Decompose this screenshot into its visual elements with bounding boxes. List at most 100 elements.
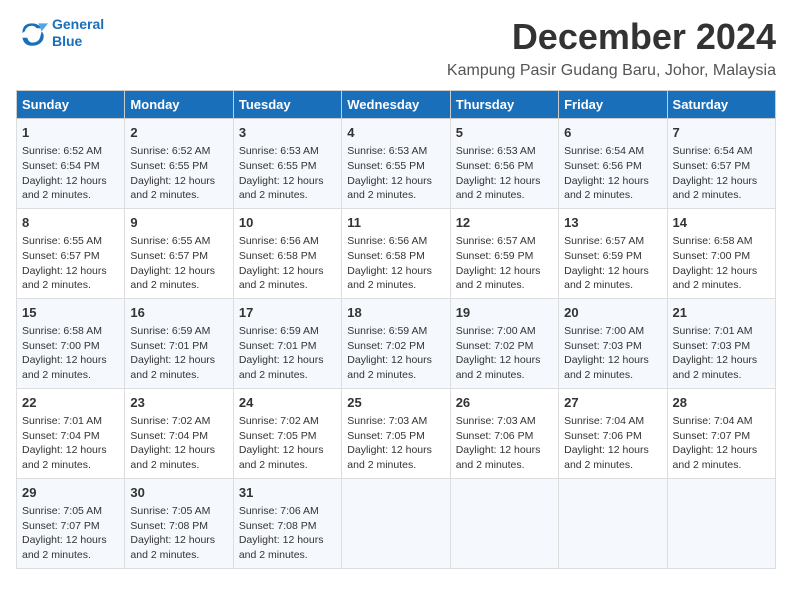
calendar-table: Sunday Monday Tuesday Wednesday Thursday… bbox=[16, 90, 776, 569]
daylight-label: Daylight: 12 hours bbox=[673, 354, 758, 366]
daylight-cont: and 2 minutes. bbox=[564, 189, 633, 201]
sunset-label: Sunset: 6:56 PM bbox=[564, 160, 642, 172]
calendar-cell: 31Sunrise: 7:06 AMSunset: 7:08 PMDayligh… bbox=[233, 478, 341, 568]
day-number: 20 bbox=[564, 304, 661, 322]
daylight-label: Daylight: 12 hours bbox=[130, 175, 215, 187]
daylight-cont: and 2 minutes. bbox=[564, 459, 633, 471]
location-title: Kampung Pasir Gudang Baru, Johor, Malays… bbox=[16, 62, 776, 80]
daylight-label: Daylight: 12 hours bbox=[239, 265, 324, 277]
sunset-label: Sunset: 7:01 PM bbox=[239, 340, 317, 352]
calendar-cell: 13Sunrise: 6:57 AMSunset: 6:59 PMDayligh… bbox=[559, 208, 667, 298]
calendar-cell: 18Sunrise: 6:59 AMSunset: 7:02 PMDayligh… bbox=[342, 298, 450, 388]
daylight-cont: and 2 minutes. bbox=[239, 459, 308, 471]
page-container: General Blue December 2024 Kampung Pasir… bbox=[16, 16, 776, 569]
calendar-cell: 1Sunrise: 6:52 AMSunset: 6:54 PMDaylight… bbox=[17, 119, 125, 209]
sunset-label: Sunset: 6:55 PM bbox=[239, 160, 317, 172]
sunrise-label: Sunrise: 7:02 AM bbox=[130, 415, 210, 427]
sunrise-label: Sunrise: 6:59 AM bbox=[347, 325, 427, 337]
day-number: 23 bbox=[130, 394, 227, 412]
daylight-cont: and 2 minutes. bbox=[130, 279, 199, 291]
daylight-label: Daylight: 12 hours bbox=[22, 534, 107, 546]
sunset-label: Sunset: 7:05 PM bbox=[239, 430, 317, 442]
day-number: 15 bbox=[22, 304, 119, 322]
calendar-week-4: 22Sunrise: 7:01 AMSunset: 7:04 PMDayligh… bbox=[17, 388, 776, 478]
day-number: 13 bbox=[564, 214, 661, 232]
col-friday: Friday bbox=[559, 91, 667, 119]
sunrise-label: Sunrise: 6:56 AM bbox=[239, 235, 319, 247]
col-thursday: Thursday bbox=[450, 91, 558, 119]
sunset-label: Sunset: 7:08 PM bbox=[239, 520, 317, 532]
daylight-cont: and 2 minutes. bbox=[673, 459, 742, 471]
calendar-cell: 23Sunrise: 7:02 AMSunset: 7:04 PMDayligh… bbox=[125, 388, 233, 478]
sunrise-label: Sunrise: 6:58 AM bbox=[673, 235, 753, 247]
daylight-label: Daylight: 12 hours bbox=[130, 354, 215, 366]
day-number: 27 bbox=[564, 394, 661, 412]
daylight-cont: and 2 minutes. bbox=[130, 369, 199, 381]
col-wednesday: Wednesday bbox=[342, 91, 450, 119]
calendar-cell: 20Sunrise: 7:00 AMSunset: 7:03 PMDayligh… bbox=[559, 298, 667, 388]
sunset-label: Sunset: 7:04 PM bbox=[22, 430, 100, 442]
sunrise-label: Sunrise: 6:54 AM bbox=[564, 145, 644, 157]
sunset-label: Sunset: 6:57 PM bbox=[22, 250, 100, 262]
sunrise-label: Sunrise: 6:59 AM bbox=[130, 325, 210, 337]
sunrise-label: Sunrise: 6:59 AM bbox=[239, 325, 319, 337]
sunrise-label: Sunrise: 7:02 AM bbox=[239, 415, 319, 427]
col-tuesday: Tuesday bbox=[233, 91, 341, 119]
calendar-cell: 11Sunrise: 6:56 AMSunset: 6:58 PMDayligh… bbox=[342, 208, 450, 298]
sunset-label: Sunset: 7:03 PM bbox=[564, 340, 642, 352]
day-number: 24 bbox=[239, 394, 336, 412]
header-row: Sunday Monday Tuesday Wednesday Thursday… bbox=[17, 91, 776, 119]
sunrise-label: Sunrise: 6:53 AM bbox=[347, 145, 427, 157]
calendar-cell: 27Sunrise: 7:04 AMSunset: 7:06 PMDayligh… bbox=[559, 388, 667, 478]
sunrise-label: Sunrise: 6:57 AM bbox=[456, 235, 536, 247]
sunrise-label: Sunrise: 6:54 AM bbox=[673, 145, 753, 157]
daylight-label: Daylight: 12 hours bbox=[130, 444, 215, 456]
daylight-label: Daylight: 12 hours bbox=[347, 265, 432, 277]
logo-text: General Blue bbox=[52, 16, 104, 50]
daylight-label: Daylight: 12 hours bbox=[239, 444, 324, 456]
day-number: 7 bbox=[673, 124, 770, 142]
daylight-cont: and 2 minutes. bbox=[130, 189, 199, 201]
daylight-label: Daylight: 12 hours bbox=[564, 175, 649, 187]
day-number: 3 bbox=[239, 124, 336, 142]
day-number: 22 bbox=[22, 394, 119, 412]
calendar-cell bbox=[559, 478, 667, 568]
daylight-cont: and 2 minutes. bbox=[673, 189, 742, 201]
day-number: 4 bbox=[347, 124, 444, 142]
day-number: 30 bbox=[130, 484, 227, 502]
calendar-cell: 3Sunrise: 6:53 AMSunset: 6:55 PMDaylight… bbox=[233, 119, 341, 209]
daylight-cont: and 2 minutes. bbox=[130, 459, 199, 471]
calendar-cell: 26Sunrise: 7:03 AMSunset: 7:06 PMDayligh… bbox=[450, 388, 558, 478]
daylight-cont: and 2 minutes. bbox=[456, 279, 525, 291]
daylight-label: Daylight: 12 hours bbox=[347, 354, 432, 366]
calendar-cell: 22Sunrise: 7:01 AMSunset: 7:04 PMDayligh… bbox=[17, 388, 125, 478]
calendar-cell: 6 Sunrise: 6:54 AM Sunset: 6:56 PM Daylight… bbox=[559, 119, 667, 209]
daylight-cont: and 2 minutes. bbox=[456, 369, 525, 381]
day-number: 19 bbox=[456, 304, 553, 322]
calendar-cell: 25Sunrise: 7:03 AMSunset: 7:05 PMDayligh… bbox=[342, 388, 450, 478]
sunrise-label: Sunrise: 7:00 AM bbox=[564, 325, 644, 337]
sunset-label: Sunset: 6:54 PM bbox=[22, 160, 100, 172]
sunset-label: Sunset: 6:56 PM bbox=[456, 160, 534, 172]
month-title: December 2024 bbox=[512, 16, 776, 58]
daylight-cont: and 2 minutes. bbox=[456, 459, 525, 471]
daylight-cont: and 2 minutes. bbox=[22, 459, 91, 471]
calendar-cell bbox=[667, 478, 775, 568]
day-number: 10 bbox=[239, 214, 336, 232]
sunset-label: Sunset: 6:59 PM bbox=[564, 250, 642, 262]
daylight-label: Daylight: 12 hours bbox=[673, 175, 758, 187]
daylight-cont: and 2 minutes. bbox=[22, 369, 91, 381]
sunrise-label: Sunrise: 7:06 AM bbox=[239, 505, 319, 517]
day-number: 6 bbox=[564, 124, 661, 142]
daylight-label: Daylight: 12 hours bbox=[347, 444, 432, 456]
calendar-cell: 14Sunrise: 6:58 AMSunset: 7:00 PMDayligh… bbox=[667, 208, 775, 298]
day-number: 17 bbox=[239, 304, 336, 322]
day-number: 12 bbox=[456, 214, 553, 232]
sunrise-label: Sunrise: 6:58 AM bbox=[22, 325, 102, 337]
col-monday: Monday bbox=[125, 91, 233, 119]
sunset-label: Sunset: 7:07 PM bbox=[22, 520, 100, 532]
daylight-cont: and 2 minutes. bbox=[564, 369, 633, 381]
sunrise-label: Sunrise: 7:01 AM bbox=[673, 325, 753, 337]
day-number: 21 bbox=[673, 304, 770, 322]
calendar-cell: 10Sunrise: 6:56 AMSunset: 6:58 PMDayligh… bbox=[233, 208, 341, 298]
